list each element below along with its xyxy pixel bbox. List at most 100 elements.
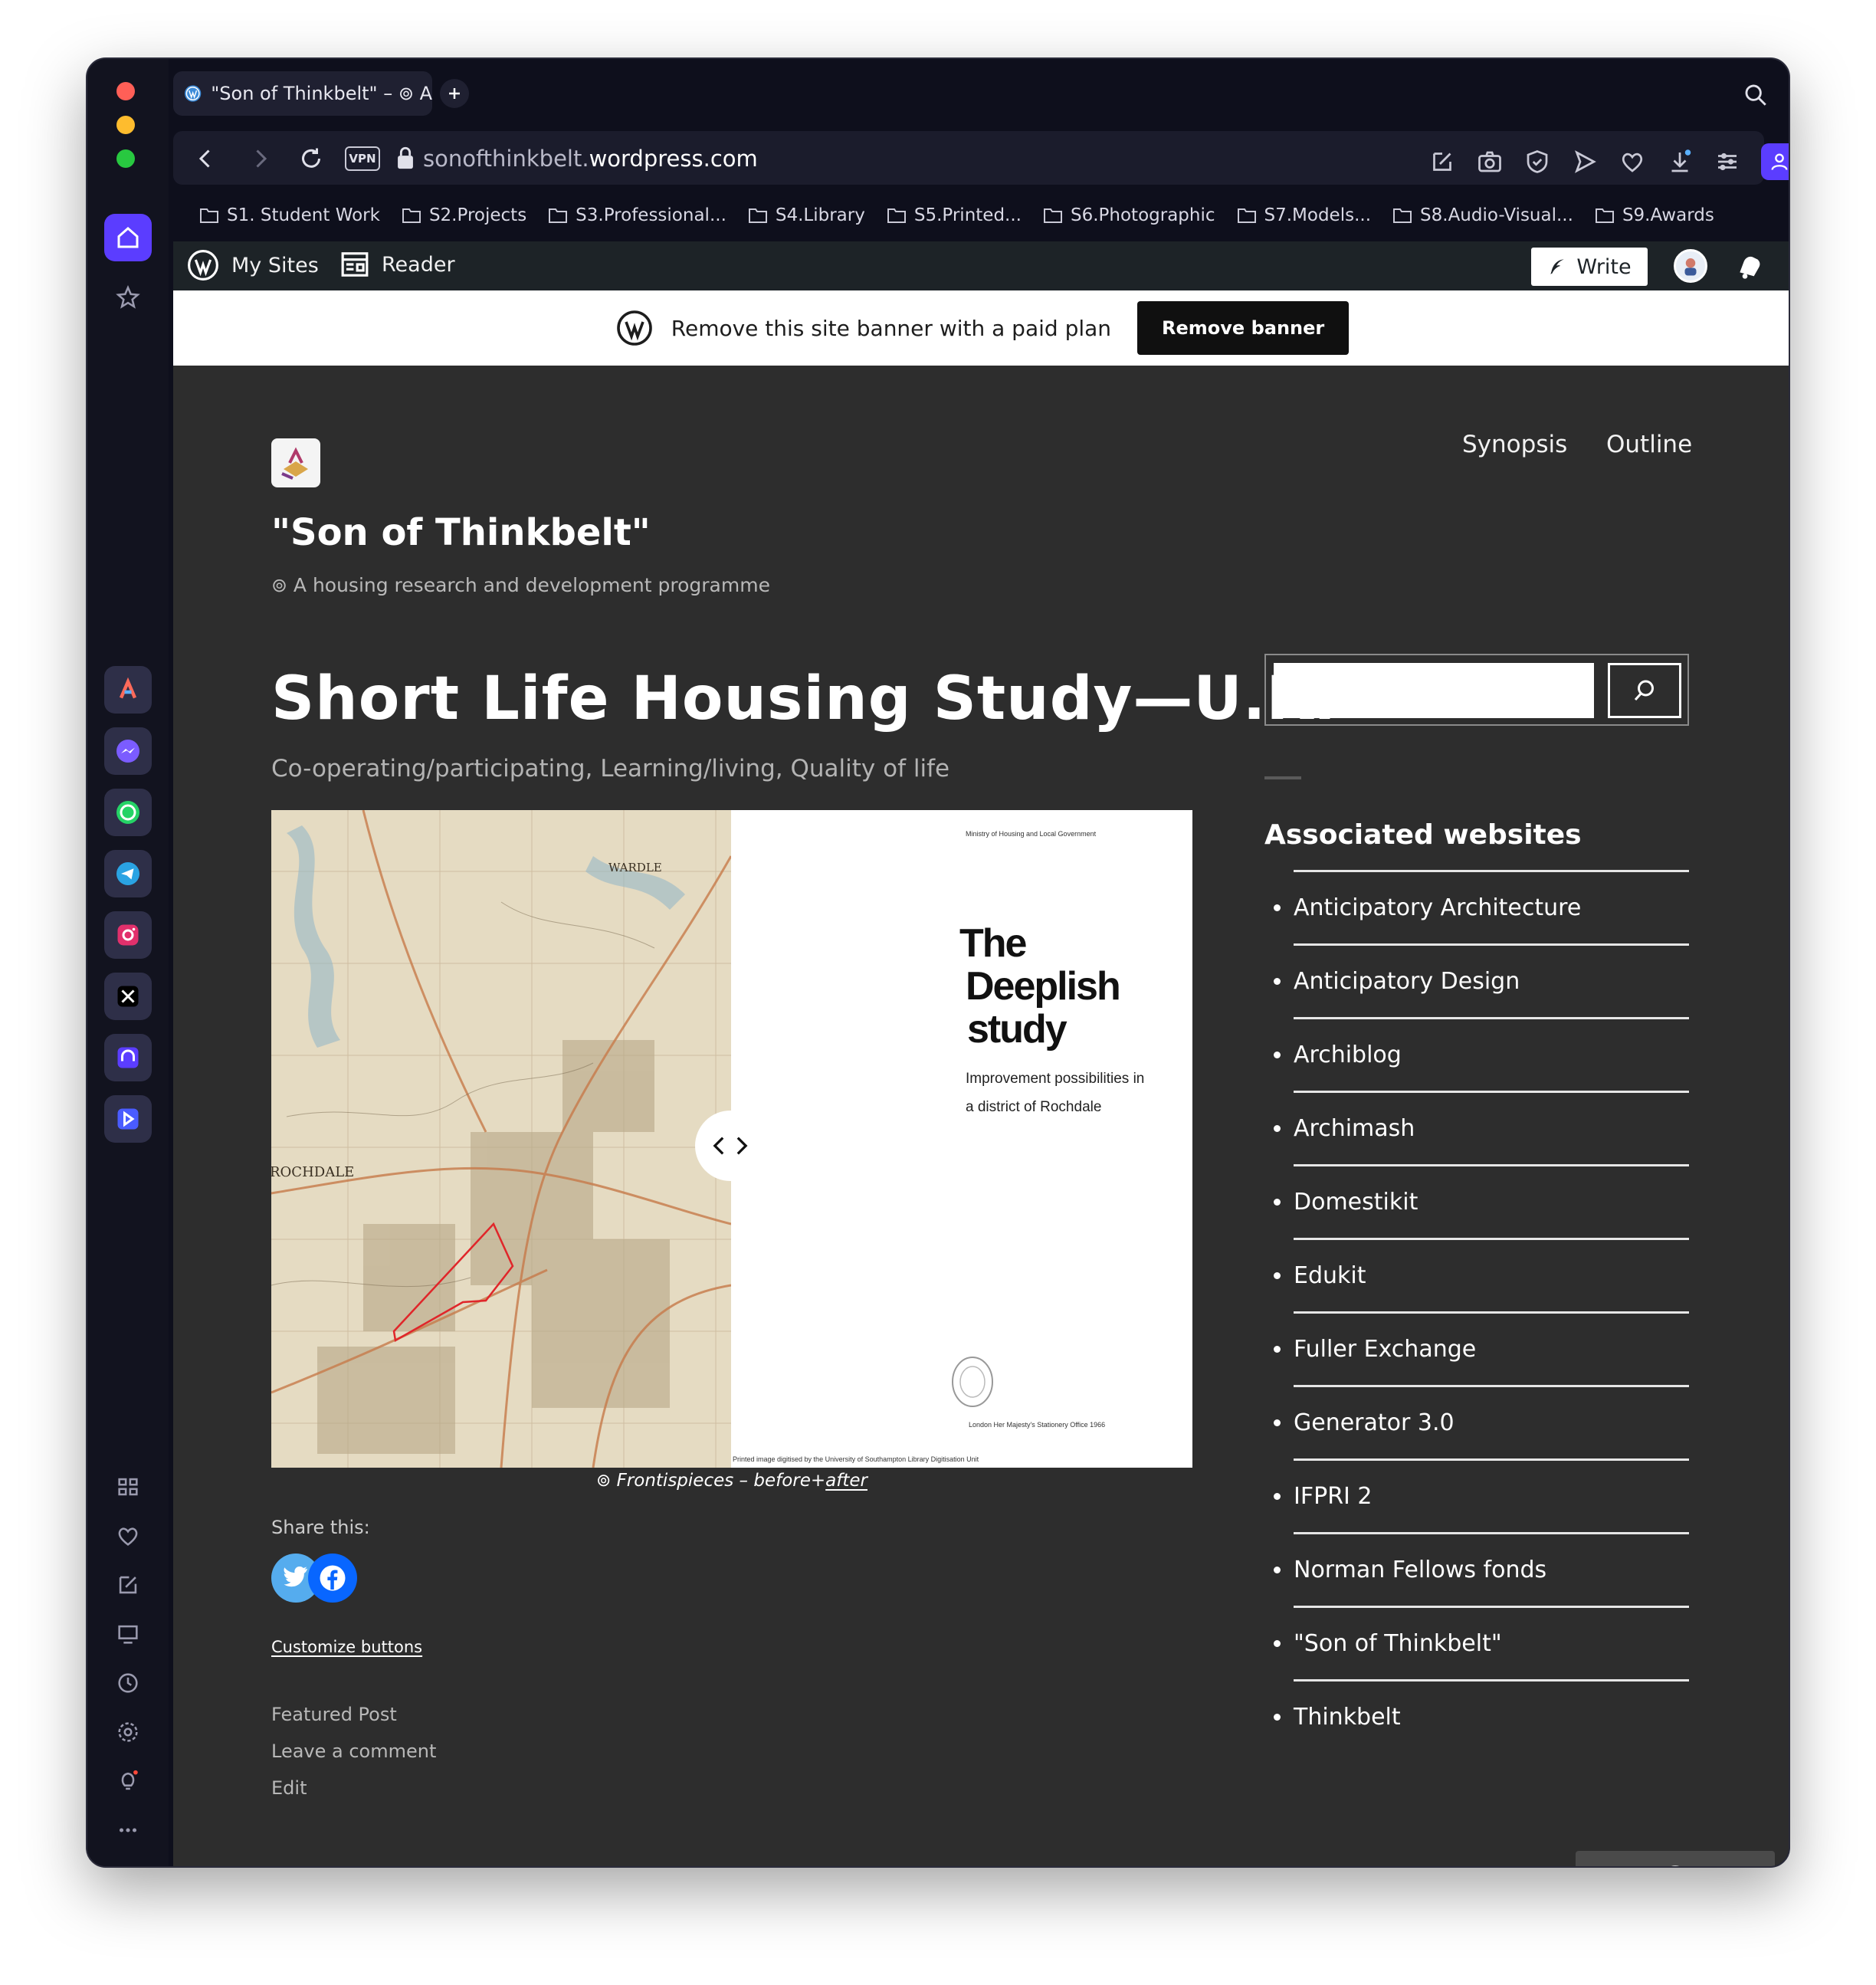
chevron-left-icon[interactable]: [712, 1136, 726, 1156]
bookmark-folder-s1[interactable]: S1. Student Work: [199, 205, 380, 225]
remove-banner-button[interactable]: Remove banner: [1137, 301, 1350, 355]
bookmark-folder-s3[interactable]: S3.Professional...: [548, 205, 726, 225]
more-icon[interactable]: [1727, 1863, 1756, 1868]
address-bar: VPN sonofthinkbelt.wordpress.com: [172, 130, 1789, 188]
nav-synopsis[interactable]: Synopsis: [1462, 431, 1567, 458]
lock-icon[interactable]: [394, 145, 417, 174]
avatar[interactable]: [1674, 249, 1707, 283]
url-host-prefix: sonofthinkbelt.: [423, 146, 589, 172]
forward-button[interactable]: [247, 145, 274, 176]
history-icon[interactable]: [110, 1665, 146, 1701]
info-icon[interactable]: [1661, 1863, 1690, 1868]
list-item[interactable]: Anticipatory Design: [1274, 943, 1689, 1017]
tab-bar: "Son of Thinkbelt" – ⊚ A: [172, 59, 1789, 126]
write-button[interactable]: Write: [1531, 248, 1648, 286]
featured-post-label: Featured Post: [271, 1704, 397, 1725]
leave-comment-link[interactable]: Leave a comment: [271, 1741, 436, 1762]
bookmark-label: S5.Printed...: [913, 205, 1022, 225]
shield-icon[interactable]: [1523, 148, 1551, 176]
pin-page-icon[interactable]: [1428, 148, 1456, 176]
heart-outline-icon[interactable]: [1619, 148, 1646, 176]
camera-icon[interactable]: [1476, 148, 1504, 176]
list-item[interactable]: Archimash: [1274, 1091, 1689, 1164]
nav-outline[interactable]: Outline: [1606, 431, 1692, 458]
share-facebook-button[interactable]: [308, 1554, 357, 1603]
bookmark-label: S2.Projects: [428, 205, 527, 225]
reload-button[interactable]: [297, 145, 325, 176]
maximize-window-button[interactable]: [116, 149, 135, 168]
folder-icon: [402, 208, 421, 223]
reader-link[interactable]: Reader: [340, 251, 455, 278]
back-button[interactable]: [192, 145, 219, 176]
list-item[interactable]: IFPRI 2: [1274, 1458, 1689, 1532]
url-text[interactable]: sonofthinkbelt.wordpress.com: [423, 130, 758, 188]
star-icon[interactable]: [110, 280, 146, 315]
messenger-icon[interactable]: [104, 727, 152, 775]
list-item[interactable]: Thinkbelt: [1274, 1679, 1689, 1753]
pinboard-icon[interactable]: [110, 1567, 146, 1603]
site-title[interactable]: "Son of Thinkbelt": [271, 511, 651, 554]
telegram-icon[interactable]: [104, 850, 152, 897]
site-tagline: ⊚ A housing research and development pro…: [271, 574, 770, 596]
easy-setup-icon[interactable]: [1714, 148, 1741, 176]
tab-active[interactable]: "Son of Thinkbelt" – ⊚ A: [173, 71, 432, 116]
my-sites-link[interactable]: My Sites: [187, 249, 319, 281]
bookmark-folder-s9[interactable]: S9.Awards: [1595, 205, 1714, 225]
search-button[interactable]: [1608, 663, 1681, 718]
edit-link[interactable]: Edit: [271, 1777, 307, 1799]
download-icon[interactable]: [1666, 148, 1694, 176]
bookmark-label: S3.Professional...: [576, 205, 726, 225]
folder-icon: [1043, 208, 1062, 223]
list-item[interactable]: Fuller Exchange: [1274, 1311, 1689, 1385]
list-item[interactable]: Edukit: [1274, 1238, 1689, 1311]
x-twitter-icon[interactable]: [104, 973, 152, 1020]
gallery-nav[interactable]: [695, 1111, 766, 1181]
chevron-right-icon[interactable]: [735, 1136, 749, 1156]
list-item[interactable]: "Son of Thinkbelt": [1274, 1606, 1689, 1679]
bookmark-folder-s4[interactable]: S4.Library: [748, 205, 865, 225]
list-item[interactable]: Archiblog: [1274, 1017, 1689, 1091]
list-item[interactable]: Generator 3.0: [1274, 1385, 1689, 1458]
bell-icon: [1740, 256, 1760, 279]
folder-icon: [1393, 208, 1412, 223]
vpn-badge[interactable]: VPN: [345, 146, 380, 171]
music-player-icon[interactable]: [104, 1034, 152, 1081]
post-categories[interactable]: Co-operating/participating, Learning/liv…: [271, 755, 949, 783]
bookmark-folder-s7[interactable]: S7.Models...: [1237, 205, 1371, 225]
bookmarks-bar: S1. Student Work S2.Projects S3.Professi…: [172, 188, 1789, 243]
aria-icon[interactable]: [104, 666, 152, 714]
image-gallery[interactable]: WARDLE ROCHDALE Ministry of Housing and …: [271, 810, 1192, 1468]
tabs-icon[interactable]: [110, 1616, 146, 1652]
doc-publisher: London Her Majesty's Stationery Office 1…: [969, 1421, 1106, 1429]
whatsapp-icon[interactable]: [104, 789, 152, 836]
send-icon[interactable]: [1571, 148, 1599, 176]
instagram-icon[interactable]: [104, 911, 152, 959]
tools-icon[interactable]: [1594, 1863, 1623, 1868]
customize-buttons-link[interactable]: Customize buttons: [271, 1638, 422, 1656]
new-tab-button[interactable]: [440, 79, 469, 108]
list-item[interactable]: Anticipatory Architecture: [1274, 870, 1689, 943]
site-logo[interactable]: [271, 438, 320, 487]
search-input[interactable]: [1274, 663, 1594, 718]
lightbulb-icon[interactable]: [110, 1764, 146, 1799]
bookmark-folder-s5[interactable]: S5.Printed...: [887, 205, 1022, 225]
flow-icon[interactable]: [104, 1095, 152, 1143]
list-item[interactable]: Domestikit: [1274, 1164, 1689, 1238]
bookmark-folder-s6[interactable]: S6.Photographic: [1043, 205, 1215, 225]
bookmark-folder-s2[interactable]: S2.Projects: [402, 205, 526, 225]
close-window-button[interactable]: [116, 82, 135, 100]
notifications-button[interactable]: [1733, 251, 1764, 284]
list-item[interactable]: Norman Fellows fonds: [1274, 1532, 1689, 1606]
browser-sidebar: [87, 59, 169, 1866]
minimize-window-button[interactable]: [116, 116, 135, 134]
settings-icon[interactable]: [110, 1714, 146, 1750]
caption-after-link[interactable]: after: [825, 1471, 867, 1491]
doc-title-line-1: The: [959, 921, 1027, 966]
search-tabs-button[interactable]: [1743, 82, 1769, 111]
profile-button[interactable]: [1761, 143, 1789, 180]
heart-icon[interactable]: [110, 1518, 146, 1554]
bookmark-folder-s8[interactable]: S8.Audio-Visual...: [1392, 205, 1573, 225]
workspaces-icon[interactable]: [110, 1469, 146, 1504]
more-icon[interactable]: [110, 1813, 146, 1848]
home-icon[interactable]: [104, 214, 152, 261]
